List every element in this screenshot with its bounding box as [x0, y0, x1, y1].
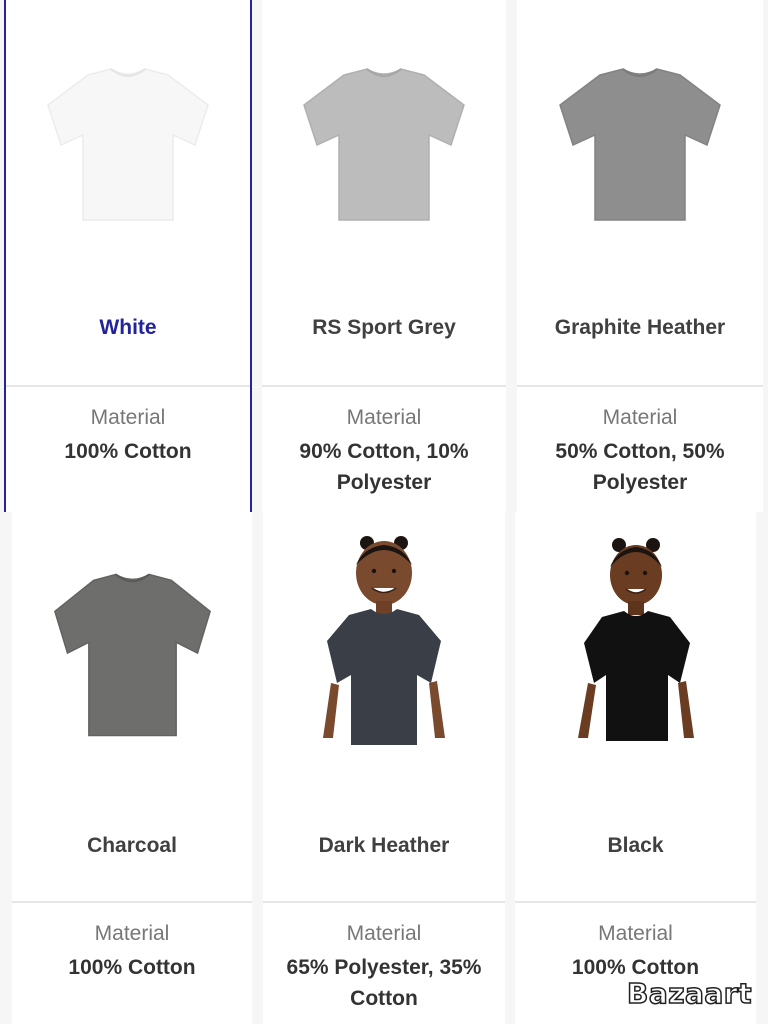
material-value: 50% Cotton, 50% Polyester — [555, 440, 725, 494]
color-name: RS Sport Grey — [312, 316, 456, 339]
material-label: Material — [598, 922, 673, 945]
card-divider — [12, 901, 252, 903]
color-name: White — [99, 316, 157, 339]
product-card-dark-heather[interactable]: Dark Heather Material 65% Polyester, 35%… — [263, 512, 505, 1024]
material-label: Material — [94, 922, 170, 945]
material-label: Material — [346, 406, 422, 429]
product-image-white-tshirt — [6, 40, 250, 250]
material-value: 100% Cotton — [68, 956, 196, 979]
product-image-grey-tshirt — [262, 40, 506, 250]
material-label: Material — [346, 922, 422, 945]
card-divider — [263, 901, 505, 903]
product-card-white[interactable]: White Material 100% Cotton — [4, 0, 252, 512]
material-value: 90% Cotton, 10% Polyester — [299, 440, 469, 494]
material-value: 100% Cotton — [64, 440, 192, 463]
material-label: Material — [602, 406, 678, 429]
product-card-graphite-heather[interactable]: Graphite Heather Material 50% Cotton, 50… — [517, 0, 763, 512]
product-image-child-black-tshirt — [515, 530, 756, 755]
product-image-charcoal-tshirt — [12, 560, 252, 750]
watermark: Bazaart — [626, 976, 752, 1011]
product-image-graphite-tshirt — [517, 40, 763, 250]
color-name: Graphite Heather — [554, 316, 726, 339]
product-card-rs-sport-grey[interactable]: RS Sport Grey Material 90% Cotton, 10% P… — [262, 0, 506, 512]
color-name: Black — [607, 834, 664, 857]
color-name: Charcoal — [87, 834, 177, 857]
card-divider — [517, 385, 763, 387]
card-divider — [6, 385, 250, 387]
product-image-child-dark-heather-tshirt — [263, 530, 505, 755]
card-divider — [515, 901, 756, 903]
color-swatch-grid: White Material 100% Cotton RS Sport Grey… — [0, 0, 768, 1024]
card-divider — [262, 385, 506, 387]
product-card-black[interactable]: Black Material 100% Cotton — [515, 512, 756, 1024]
material-value: 65% Polyester, 35% Cotton — [286, 956, 482, 1010]
color-name: Dark Heather — [318, 834, 450, 857]
product-card-charcoal[interactable]: Charcoal Material 100% Cotton — [12, 512, 252, 1024]
material-label: Material — [90, 406, 166, 429]
